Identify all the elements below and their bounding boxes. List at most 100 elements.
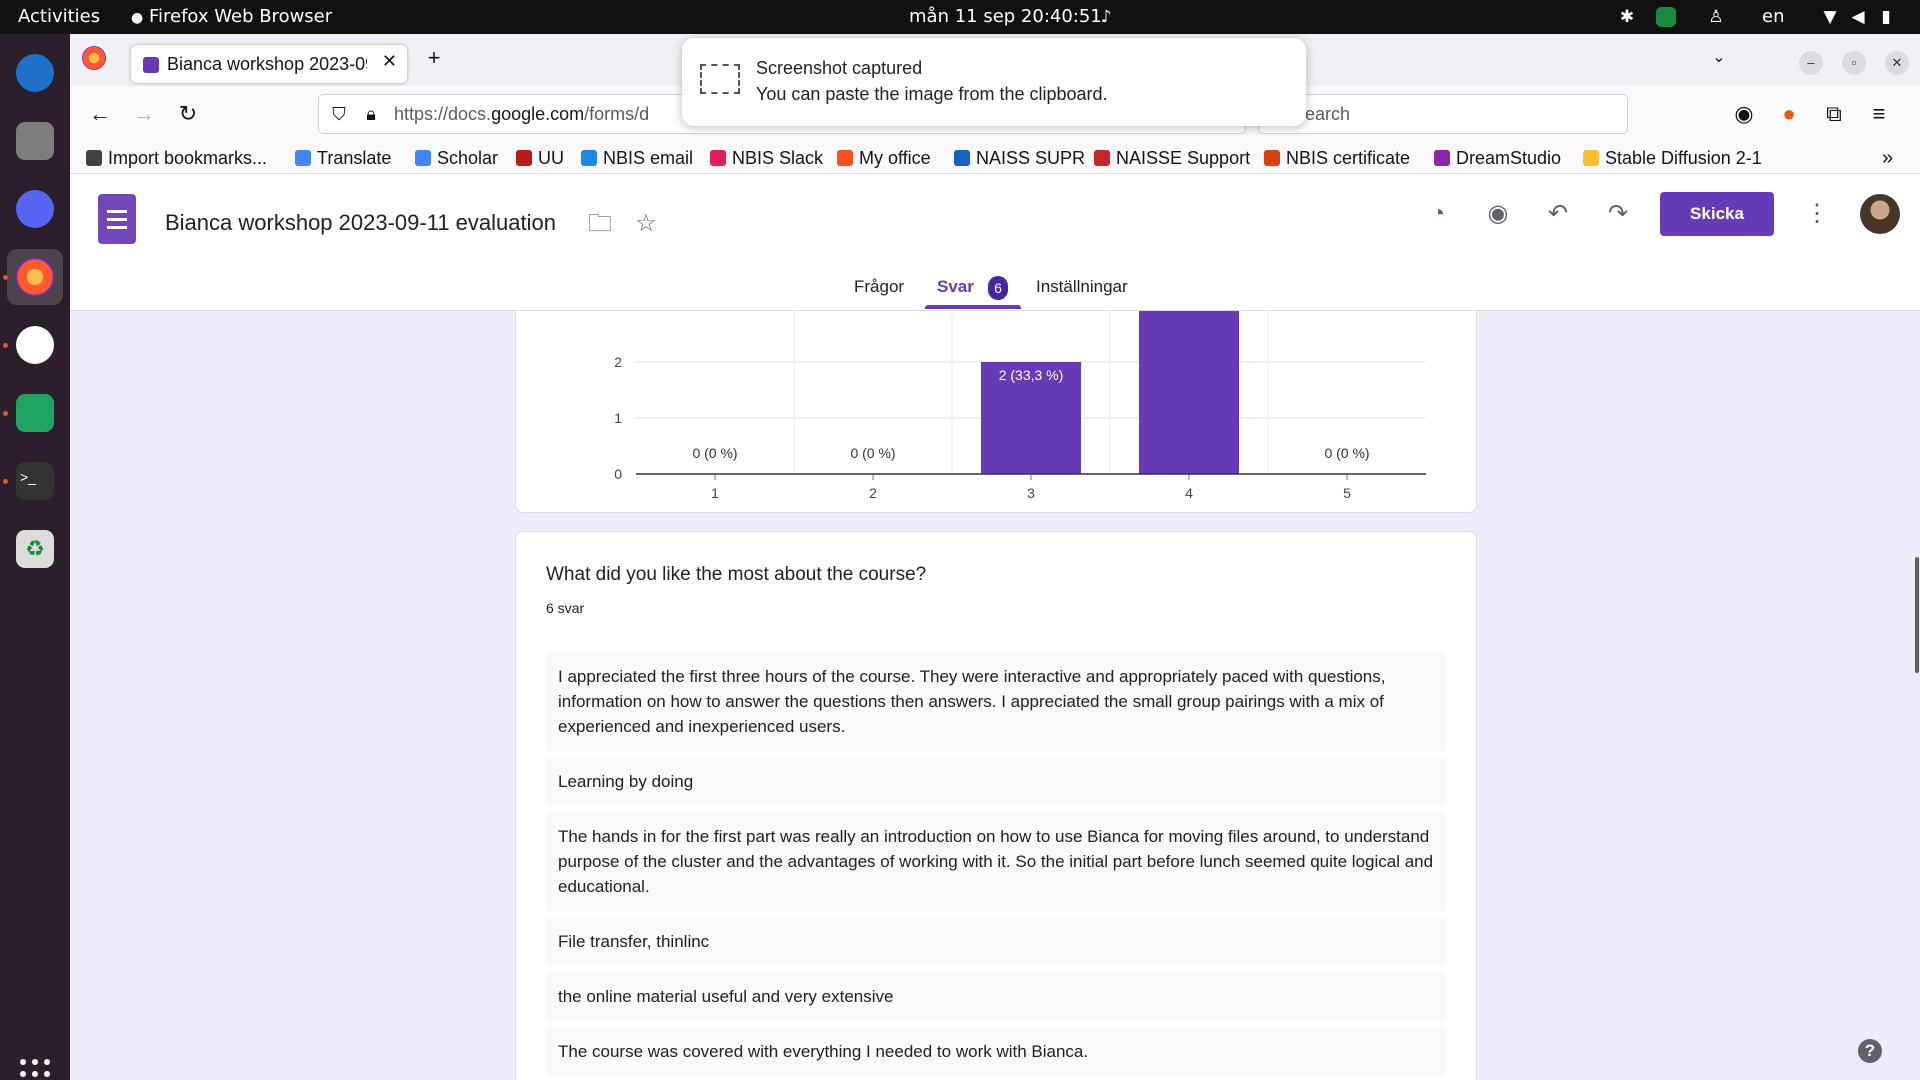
page-scrollbar[interactable] — [1915, 557, 1919, 673]
responses-content: 0120 (0 %) 1 0 (0 %) 2 2 (33,3 %) 3 4 0 (0 %) 5 … — [70, 311, 1920, 1080]
lock-icon[interactable]: 🔒︎ — [357, 100, 385, 128]
screenshot-notification[interactable]: Screenshot captured You can paste the im… — [682, 38, 1306, 126]
responses-count-badge: 6 — [988, 276, 1008, 300]
shield-icon[interactable]: ⛉ — [325, 100, 353, 128]
url-text: https://docs.google.com/forms/d — [394, 104, 650, 124]
data-label: 0 (0 %) — [1324, 445, 1369, 461]
duckduckgo-icon[interactable]: ● — [1775, 100, 1803, 128]
forward-arrow-icon[interactable]: → — [130, 100, 158, 128]
volume-icon[interactable]: ◀ — [1848, 7, 1868, 27]
nextcloud-icon — [16, 394, 54, 432]
bookmark-nbis-email[interactable]: NBIS email — [581, 146, 693, 170]
accessibility-icon[interactable]: ♙ — [1706, 7, 1726, 27]
bookmark-uu[interactable]: UU — [516, 146, 564, 170]
trash-launcher[interactable]: ♻ — [7, 521, 63, 577]
reload-icon[interactable]: ↻ — [174, 100, 202, 128]
language-indicator[interactable]: en — [1762, 0, 1784, 34]
data-label: 2 (33,3 %) — [999, 367, 1064, 383]
bookmark-naiss-supr[interactable]: NAISS SUPR — [954, 146, 1085, 170]
list-tabs-icon[interactable]: ⌄ — [1705, 44, 1733, 72]
nextcloud-tray-icon[interactable] — [1656, 7, 1676, 27]
active-tab[interactable]: Bianca workshop 2023-09-11 evaluation ✕ — [131, 45, 407, 83]
slack-icon — [710, 150, 726, 166]
hamburger-menu-icon[interactable]: ≡ — [1865, 100, 1893, 128]
data-label: 0 (0 %) — [692, 445, 737, 461]
terminal-icon: >_ — [16, 462, 54, 500]
preview-eye-icon[interactable]: ◉ — [1482, 198, 1514, 230]
thunderbird-icon — [16, 54, 54, 92]
back-arrow-icon[interactable]: ← — [86, 100, 114, 128]
extensions-icon[interactable]: ⧉ — [1820, 100, 1848, 128]
more-vert-icon[interactable]: ⋮ — [1801, 198, 1833, 230]
search-placeholder: earch — [1305, 104, 1351, 124]
bookmark-naisse-support[interactable]: NAISSE Support — [1094, 146, 1250, 170]
firefox-icon — [16, 258, 54, 296]
palette-icon[interactable]: ◔ — [1422, 198, 1454, 230]
answers-list: I appreciated the first three hours of t… — [546, 652, 1446, 1080]
firefox-launcher[interactable] — [7, 249, 63, 305]
focused-app-menu[interactable]: ● Firefox Web Browser — [131, 0, 332, 34]
thunderbird-launcher[interactable] — [7, 45, 63, 101]
running-indicator — [3, 343, 8, 348]
folder-icon[interactable]: 🗀︎ — [584, 208, 616, 240]
discord-launcher[interactable] — [7, 181, 63, 237]
bookmark-translate[interactable]: Translate — [295, 146, 391, 170]
bookmark-dreamstudio[interactable]: DreamStudio — [1434, 146, 1561, 170]
search-bar[interactable]: earch — [1258, 94, 1628, 134]
help-icon[interactable]: ? — [1858, 1039, 1882, 1063]
pocket-icon[interactable]: ◉ — [1730, 100, 1758, 128]
answer-item: I appreciated the first three hours of t… — [546, 652, 1446, 751]
bookmark-nbis-slack[interactable]: NBIS Slack — [710, 146, 823, 170]
x-tick-label: 2 — [869, 485, 877, 501]
bookmark-import[interactable]: Import bookmarks... — [86, 146, 267, 170]
star-icon[interactable]: ☆ — [630, 208, 662, 240]
form-title[interactable]: Bianca workshop 2023-09-11 evaluation — [165, 210, 556, 236]
slack-tray-icon[interactable]: ✱ — [1617, 7, 1637, 27]
send-button[interactable]: Skicka — [1660, 192, 1774, 236]
x-tick-label: 4 — [1185, 485, 1193, 501]
files-launcher[interactable] — [7, 113, 63, 169]
bookmark-scholar[interactable]: Scholar — [415, 146, 498, 170]
bar-chart: 0 1 2 0 (0 %) 1 0 (0 %) 2 2 (33,3 %) 3 4 0 (0 %) 5 — [614, 311, 1426, 501]
new-tab-icon[interactable]: + — [420, 44, 448, 72]
tab-questions[interactable]: Frågor — [854, 277, 904, 297]
google-forms-logo-icon[interactable] — [98, 194, 136, 244]
bookmark-my-office[interactable]: My office — [837, 146, 931, 170]
google-forms-favicon-icon — [143, 57, 159, 73]
chart-card: 0 1 2 0 (0 %) 1 0 (0 %) 2 2 (33,3 %) 3 4 0 (0 %) 5 — [515, 311, 1477, 513]
close-window-icon[interactable]: ✕ — [1885, 51, 1909, 75]
answer-item: the online material useful and very exte… — [546, 972, 1446, 1021]
y-tick-label: 0 — [614, 466, 622, 482]
answer-item: Learning by doing — [546, 757, 1446, 806]
firefox-menu-icon[interactable] — [82, 46, 106, 70]
tab-settings[interactable]: Inställningar — [1036, 277, 1128, 297]
wifi-icon[interactable]: ▼ — [1820, 7, 1840, 27]
tab-responses[interactable]: Svar — [937, 277, 974, 297]
answer-item: File transfer, thinlinc — [546, 917, 1446, 966]
bookmark-nbis-certificate[interactable]: NBIS certificate — [1264, 146, 1410, 170]
forms-header: Bianca workshop 2023-09-11 evaluation 🗀︎… — [70, 174, 1920, 311]
system-top-bar: Activities ● Firefox Web Browser mån 11 … — [0, 0, 1920, 34]
maximize-icon[interactable]: ▫ — [1842, 51, 1866, 75]
show-apps-button[interactable] — [20, 1059, 50, 1080]
nextcloud-launcher[interactable] — [7, 385, 63, 441]
more-bookmarks-chevron-icon[interactable]: » — [1882, 146, 1893, 170]
account-avatar[interactable] — [1860, 194, 1900, 234]
redo-icon[interactable]: ↷ — [1602, 198, 1634, 230]
discord-icon — [16, 190, 54, 228]
x-tick-label: 3 — [1027, 485, 1035, 501]
battery-icon[interactable]: ▮ — [1876, 7, 1896, 27]
mail-icon — [581, 150, 597, 166]
activities-button[interactable]: Activities — [18, 0, 100, 34]
undo-icon[interactable]: ↶ — [1542, 198, 1574, 230]
minimize-icon[interactable]: – — [1799, 51, 1823, 75]
close-tab-icon[interactable]: ✕ — [382, 51, 397, 72]
bar — [1139, 311, 1239, 474]
notification-title: Screenshot captured — [756, 58, 923, 78]
slack-launcher[interactable] — [7, 317, 63, 373]
clock[interactable]: mån 11 sep 20:40:51 — [909, 0, 1102, 34]
terminal-launcher[interactable]: >_ — [7, 453, 63, 509]
huggingface-icon — [1583, 150, 1599, 166]
bookmark-stable-diffusion[interactable]: Stable Diffusion 2-1 — [1583, 146, 1762, 170]
dock: >_ ♻ — [0, 34, 70, 1080]
